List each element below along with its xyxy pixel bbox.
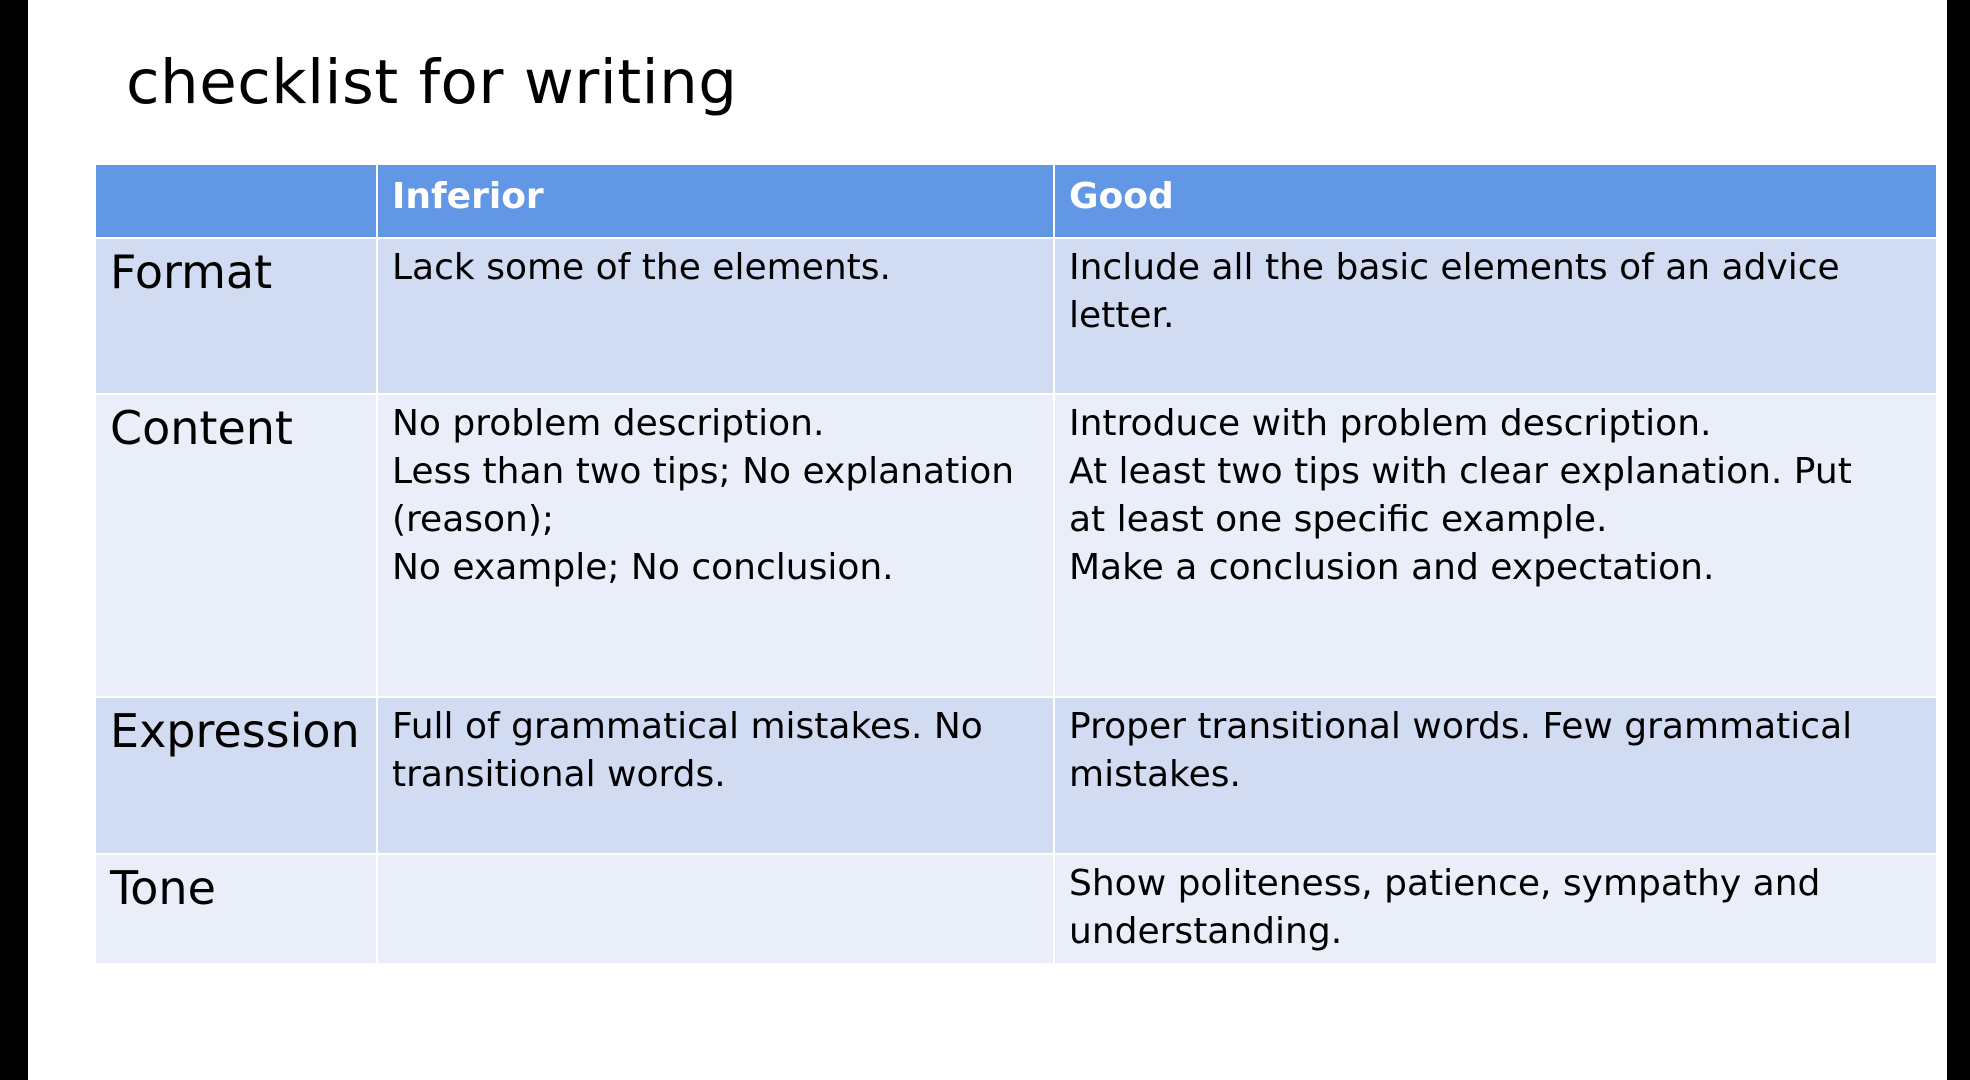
cell-format-inferior: Lack some of the elements. [378,239,1055,395]
cell-tone-inferior [378,855,1055,965]
header-cell-empty [96,165,378,239]
cell-expression-inferior: Full of grammatical mistakes. No transit… [378,698,1055,855]
row-label-tone: Tone [96,855,378,965]
cell-format-good: Include all the basic elements of an adv… [1055,239,1936,395]
header-cell-good: Good [1055,165,1936,239]
cell-expression-good: Proper transitional words. Few grammatic… [1055,698,1936,855]
slide: checklist for writing Inferior Good Form… [28,0,1947,1080]
row-label-content: Content [96,395,378,698]
row-label-expression: Expression [96,698,378,855]
cell-tone-good: Show politeness, patience, sympathy and … [1055,855,1936,965]
cell-content-good: Introduce with problem description. At l… [1055,395,1936,698]
cell-content-inferior: No problem description. Less than two ti… [378,395,1055,698]
header-cell-inferior: Inferior [378,165,1055,239]
slide-title: checklist for writing [126,47,738,118]
row-label-format: Format [96,239,378,395]
checklist-table: Inferior Good Format Lack some of the el… [96,165,1936,965]
